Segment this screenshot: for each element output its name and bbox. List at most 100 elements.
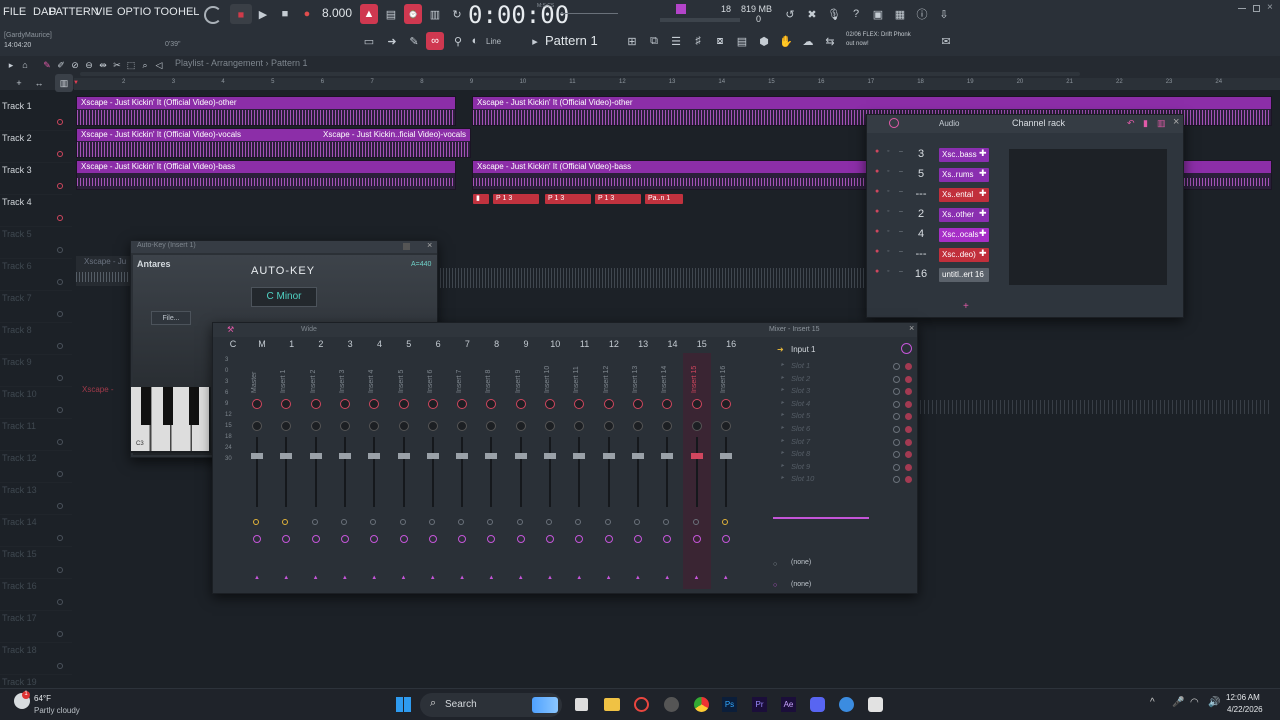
volume-fader[interactable] [485, 453, 498, 459]
slot-mix-knob[interactable] [893, 363, 900, 370]
fx-icon[interactable] [633, 519, 640, 525]
tray-chevron-icon[interactable]: ^ [1150, 697, 1155, 708]
clip-track6[interactable]: Xscape - Ju [76, 256, 136, 286]
pan-knob[interactable] [603, 399, 614, 409]
plugin-menu-icon[interactable] [403, 243, 410, 250]
mixer-close-icon[interactable]: × [909, 323, 914, 333]
output-icon[interactable]: ○ [773, 561, 777, 568]
volume-fader[interactable] [544, 453, 556, 459]
stereo-knob[interactable] [398, 421, 409, 431]
track-mute-icon[interactable] [57, 215, 63, 221]
volume-fader[interactable] [280, 453, 293, 459]
channel-plus-icon[interactable]: ✚ [979, 168, 987, 179]
app-icon-2[interactable] [839, 697, 854, 712]
maximize-icon[interactable] [1253, 5, 1260, 12]
weather-desc[interactable]: Partly cloudy [34, 706, 80, 715]
slot-enable-icon[interactable] [905, 476, 912, 484]
pan-knob[interactable] [720, 399, 731, 409]
mute-icon[interactable] [340, 535, 349, 543]
mixer-strip[interactable]: Insert 13 ▲ [624, 353, 652, 589]
volume-fader[interactable] [719, 453, 732, 459]
channel-insert-number[interactable]: 5 [913, 168, 929, 180]
pan-knob[interactable] [339, 399, 350, 409]
fx-icon[interactable] [721, 519, 728, 525]
send-arrow-icon[interactable]: ▲ [313, 575, 319, 581]
pan-knob[interactable] [545, 399, 555, 409]
track-mute-icon[interactable] [57, 663, 63, 669]
fx-icon[interactable] [604, 519, 611, 525]
export-icon[interactable]: ⇩ [935, 5, 953, 23]
slot-enable-icon[interactable] [905, 363, 912, 370]
send-arrow-icon[interactable]: ▲ [371, 575, 377, 581]
channel-rack-titlebar[interactable]: Audio Channel rack ↶ ▮ ▥ × [867, 115, 1183, 133]
channel-insert-number[interactable]: 4 [913, 228, 929, 240]
menu-add[interactable]: PATTERN [49, 6, 99, 18]
channel-mute-icon[interactable]: ● [875, 188, 879, 195]
slot-enable-icon[interactable] [905, 438, 912, 446]
plugin-titlebar[interactable]: Auto-Key (Insert 1) × [131, 240, 437, 253]
horizontal-scrollbar[interactable] [80, 72, 1080, 76]
track-mute-icon[interactable] [57, 375, 63, 381]
volume-fader[interactable] [661, 453, 674, 459]
slot-enable-icon[interactable] [905, 426, 912, 433]
slot-mix-knob[interactable] [893, 375, 900, 383]
master-pitch-slider[interactable] [560, 13, 618, 14]
mute-icon[interactable] [370, 535, 379, 543]
track-header-8[interactable]: Track 8 [0, 323, 72, 355]
mute-icon[interactable] [604, 535, 613, 543]
fx-icon[interactable] [575, 519, 582, 525]
file-button[interactable]: File... [151, 311, 191, 325]
slot-mix-knob[interactable] [893, 413, 900, 421]
mute-icon[interactable] [721, 535, 730, 543]
pat-song-mode-button[interactable]: ◼ [230, 4, 252, 24]
mixer-strip[interactable]: Insert 10 ▲ [536, 353, 564, 589]
channel-rack-close-icon[interactable]: × [1173, 116, 1179, 128]
stereo-knob[interactable] [574, 421, 585, 431]
undo-icon[interactable]: ↺ [781, 5, 799, 23]
slot-mix-knob[interactable] [893, 463, 900, 471]
piano-roll-icon[interactable]: ♯ [689, 32, 707, 50]
undo-small-icon[interactable]: ↶ [1127, 118, 1135, 129]
track-mute-icon[interactable] [57, 183, 63, 189]
stereo-knob[interactable] [369, 421, 380, 431]
track-mute-icon[interactable] [57, 343, 63, 349]
send-arrow-icon[interactable]: ▲ [723, 575, 729, 581]
input-select[interactable]: Input 1 [791, 345, 815, 354]
pattern-selector[interactable]: Pattern 1 [545, 33, 598, 48]
pan-knob[interactable] [515, 399, 526, 409]
clip-track2-vocals[interactable]: Xscape - Just Kickin' It (Official Video… [76, 128, 471, 158]
volume-fader[interactable] [602, 453, 615, 459]
slot-enable-icon[interactable] [905, 400, 912, 408]
stereo-knob[interactable] [545, 421, 555, 431]
clip-track1-other[interactable]: Xscape - Just Kickin' It (Official Video… [76, 96, 456, 126]
slot-enable-icon[interactable] [905, 375, 912, 383]
magnet-icon[interactable]: ⌂ [16, 56, 34, 74]
menu-options[interactable]: OPTIO [117, 6, 151, 18]
slot-mix-knob[interactable] [893, 400, 900, 408]
stamp-icon[interactable]: ⚲ [449, 32, 467, 50]
channel-vol-icon[interactable]: – [899, 228, 903, 235]
clock-date[interactable]: 4/22/2026 [1227, 705, 1263, 714]
mixer-strip[interactable]: Insert 16 ▲ [712, 353, 740, 589]
channel-plus-icon[interactable]: ✚ [979, 248, 987, 259]
pattern-arrow-icon[interactable]: ▸ [530, 32, 540, 50]
channel-insert-number[interactable]: 3 [913, 148, 929, 160]
draw-tool-icon[interactable]: ✎ [405, 32, 423, 50]
effect-slot[interactable]: ▸ Slot 8 [781, 449, 915, 462]
send-arrow-icon[interactable]: ▲ [635, 575, 641, 581]
pattern-clip[interactable]: P 1 3 [595, 194, 641, 204]
channel-insert-number[interactable]: 2 [913, 208, 929, 220]
plugin-icon[interactable]: ⬢ [755, 32, 773, 50]
slot-mix-knob[interactable] [893, 438, 900, 446]
stereo-knob[interactable] [457, 421, 468, 431]
volume-fader[interactable] [631, 453, 644, 459]
volume-fader[interactable] [456, 453, 469, 459]
pan-knob[interactable] [662, 399, 673, 409]
browser-icon[interactable]: ▤ [733, 32, 751, 50]
mute-icon[interactable] [546, 535, 554, 543]
effect-slot[interactable]: ▸ Slot 3 [781, 386, 915, 399]
pan-knob[interactable] [398, 399, 409, 409]
wifi-icon[interactable]: ◠ [1190, 697, 1199, 708]
timeline-ruler[interactable]: 2 3 4 5 6 7 8 9 10 11 12 13 14 15 16 17 18 19 20 21 22 23 24 [74, 78, 1280, 90]
pan-knob[interactable] [427, 399, 438, 409]
